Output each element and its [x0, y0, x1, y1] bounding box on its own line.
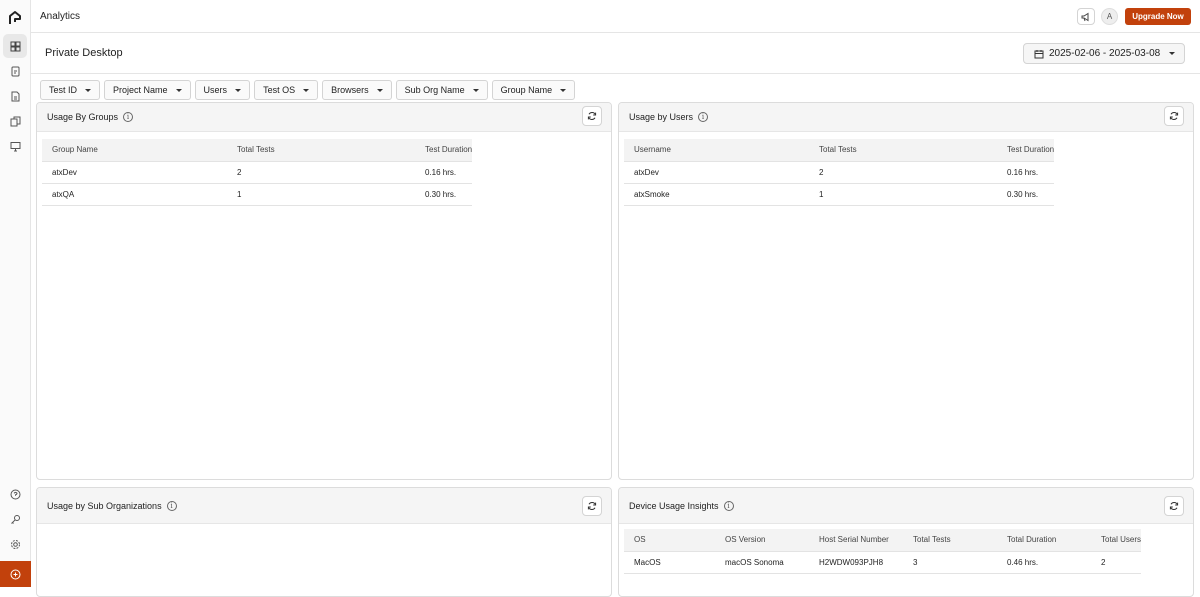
dashboard-icon[interactable] — [3, 34, 27, 58]
page-title: Private Desktop — [45, 47, 123, 59]
device-usage-insights-panel: Device Usage Insights i OS OS Version Hos… — [618, 487, 1194, 597]
column-header[interactable]: Total Duration — [997, 529, 1091, 552]
column-header[interactable]: OS — [624, 529, 715, 552]
logo-icon[interactable] — [6, 9, 24, 27]
column-header[interactable]: OS Version — [715, 529, 809, 552]
refresh-icon — [587, 112, 597, 120]
filter-project-name[interactable]: Project Name — [104, 80, 191, 100]
date-range-picker[interactable]: 2025-02-06 - 2025-03-08 — [1023, 43, 1185, 64]
chevron-down-icon — [175, 88, 182, 92]
chevron-down-icon — [235, 88, 242, 92]
panel-title: Usage by Users — [629, 112, 694, 122]
filter-test-os[interactable]: Test OS — [254, 80, 319, 100]
info-icon[interactable]: i — [723, 501, 734, 511]
refresh-button[interactable] — [1164, 106, 1184, 126]
chevron-down-icon — [85, 88, 92, 92]
calendar-icon — [1034, 49, 1044, 58]
column-header[interactable]: Total Tests — [809, 139, 997, 162]
filter-test-id[interactable]: Test ID — [40, 80, 101, 100]
table-row[interactable]: atxSmoke 1 0.30 hrs. — [624, 183, 1055, 206]
filter-sub-org-name[interactable]: Sub Org Name — [395, 80, 488, 100]
panel-title: Device Usage Insights — [629, 501, 719, 511]
top-bar: Analytics A Upgrade Now — [31, 0, 1200, 33]
avatar[interactable]: A — [1101, 8, 1118, 25]
column-header[interactable]: Host Serial Number — [809, 529, 903, 552]
refresh-button[interactable] — [582, 496, 602, 516]
settings-icon[interactable] — [3, 532, 27, 556]
refresh-icon — [1169, 502, 1179, 510]
usage-by-groups-panel: Usage By Groups i Group Name Total Tests … — [36, 102, 612, 480]
column-header[interactable]: Group Name — [42, 139, 227, 162]
desktop-icon[interactable] — [3, 134, 27, 158]
usage-by-users-panel: Usage by Users i Username Total Tests Tes… — [618, 102, 1194, 480]
key-icon[interactable] — [3, 507, 27, 531]
filter-browsers[interactable]: Browsers — [322, 80, 392, 100]
device-table: OS OS Version Host Serial Number Total T… — [624, 529, 1142, 574]
column-header[interactable]: Total Tests — [227, 139, 415, 162]
app-title: Analytics — [40, 11, 81, 22]
info-icon[interactable]: i — [698, 112, 709, 122]
column-header[interactable]: Test Duration — [997, 139, 1055, 162]
chevron-down-icon — [376, 88, 383, 92]
column-header[interactable]: Username — [624, 139, 809, 162]
chevron-down-icon — [472, 88, 479, 92]
panel-title: Usage By Groups — [47, 112, 119, 122]
refresh-button[interactable] — [582, 106, 602, 126]
chevron-down-icon — [560, 88, 567, 92]
panel-header: Device Usage Insights i — [619, 488, 1193, 524]
refresh-button[interactable] — [1164, 496, 1184, 516]
info-icon[interactable]: i — [166, 501, 177, 511]
users-table: Username Total Tests Test Duration atxDe… — [624, 139, 1055, 206]
page-header: Private Desktop 2025-02-06 - 2025-03-08 — [31, 33, 1200, 74]
plus-circle-icon[interactable] — [0, 561, 31, 587]
panel-header: Usage By Groups i — [37, 103, 611, 132]
copy-icon[interactable] — [3, 109, 27, 133]
info-icon[interactable]: i — [123, 112, 134, 122]
filter-bar: Test ID Project Name Users Test OS Brows… — [40, 80, 576, 100]
megaphone-icon[interactable] — [1077, 8, 1095, 25]
panel-header: Usage by Sub Organizations i — [37, 488, 611, 524]
usage-by-sub-organizations-panel: Usage by Sub Organizations i — [36, 487, 612, 597]
left-rail — [0, 0, 31, 587]
filter-group-name[interactable]: Group Name — [491, 80, 576, 100]
table-row[interactable]: MacOS macOS Sonoma H2WDW093PJH8 3 0.46 h… — [624, 551, 1142, 574]
refresh-icon — [1169, 112, 1179, 120]
chevron-down-icon — [1169, 52, 1176, 55]
tests-icon[interactable] — [3, 59, 27, 83]
table-row[interactable]: atxQA 1 0.30 hrs. — [42, 183, 473, 206]
document-icon[interactable] — [3, 84, 27, 108]
date-range-value: 2025-02-06 - 2025-03-08 — [1049, 48, 1161, 59]
panel-header: Usage by Users i — [619, 103, 1193, 132]
filter-users[interactable]: Users — [194, 80, 251, 100]
upgrade-now-button[interactable]: Upgrade Now — [1125, 8, 1191, 25]
help-icon[interactable] — [3, 482, 27, 506]
table-row[interactable]: atxDev 2 0.16 hrs. — [624, 161, 1055, 184]
groups-table: Group Name Total Tests Test Duration atx… — [42, 139, 473, 206]
table-row[interactable]: atxDev 2 0.16 hrs. — [42, 161, 473, 184]
column-header[interactable]: Total Users — [1091, 529, 1142, 552]
refresh-icon — [587, 502, 597, 510]
column-header[interactable]: Total Tests — [903, 529, 997, 552]
panel-title: Usage by Sub Organizations — [47, 501, 162, 511]
chevron-down-icon — [303, 88, 310, 92]
column-header[interactable]: Test Duration — [415, 139, 473, 162]
